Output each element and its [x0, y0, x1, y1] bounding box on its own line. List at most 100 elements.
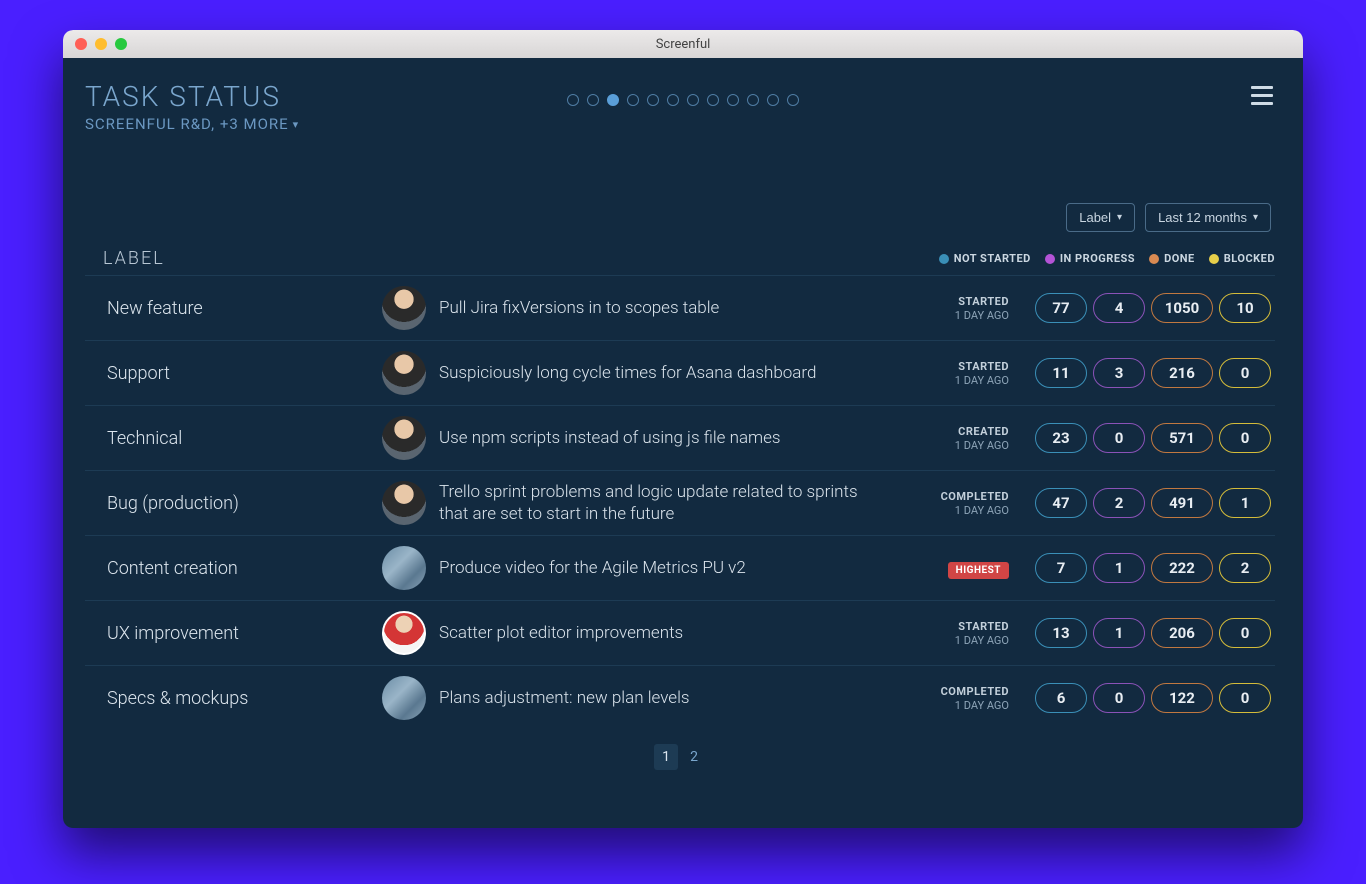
avatar[interactable]	[382, 676, 426, 720]
avatar[interactable]	[382, 286, 426, 330]
avatar[interactable]	[382, 546, 426, 590]
page-button[interactable]: 2	[682, 744, 706, 770]
count-in-progress[interactable]: 3	[1093, 358, 1145, 388]
count-in-progress[interactable]: 4	[1093, 293, 1145, 323]
task-row[interactable]: UX improvement Scatter plot editor improv…	[85, 600, 1275, 665]
count-badges: 1132160	[1021, 358, 1271, 388]
count-done[interactable]: 571	[1151, 423, 1213, 453]
count-in-progress[interactable]: 0	[1093, 423, 1145, 453]
count-done[interactable]: 122	[1151, 683, 1213, 713]
task-title: Scatter plot editor improvements	[439, 622, 889, 644]
dot-icon	[1149, 254, 1159, 264]
avatar[interactable]	[382, 351, 426, 395]
status-sub: 1 DAY AGO	[895, 634, 1009, 647]
count-blocked[interactable]: 0	[1219, 423, 1271, 453]
count-not-started[interactable]: 23	[1035, 423, 1087, 453]
count-not-started[interactable]: 77	[1035, 293, 1087, 323]
count-blocked[interactable]: 0	[1219, 683, 1271, 713]
task-row[interactable]: New featurePull Jira fixVersions in to s…	[85, 275, 1275, 340]
page-button[interactable]: 1	[654, 744, 678, 770]
pager-dot[interactable]	[607, 94, 619, 106]
pager-dot[interactable]	[727, 94, 739, 106]
menu-button[interactable]	[1249, 80, 1275, 111]
task-row[interactable]: Content creationProduce video for the Ag…	[85, 535, 1275, 600]
avatar[interactable]	[382, 416, 426, 460]
status-main: STARTED	[895, 360, 1009, 373]
count-done[interactable]: 206	[1151, 618, 1213, 648]
count-not-started[interactable]: 47	[1035, 488, 1087, 518]
page-title: TASK STATUS	[85, 80, 299, 113]
pagination: 12	[85, 744, 1275, 770]
count-in-progress[interactable]: 1	[1093, 553, 1145, 583]
task-title: Trello sprint problems and logic update …	[439, 481, 889, 525]
task-list: New featurePull Jira fixVersions in to s…	[85, 275, 1275, 730]
count-blocked[interactable]: 0	[1219, 618, 1271, 648]
avatar-cell	[375, 611, 433, 655]
avatar-cell	[375, 351, 433, 395]
avatar[interactable]	[382, 481, 426, 525]
count-done[interactable]: 491	[1151, 488, 1213, 518]
count-badges: 774105010	[1021, 293, 1271, 323]
count-not-started[interactable]: 11	[1035, 358, 1087, 388]
task-label: Support	[89, 363, 369, 384]
task-row[interactable]: Bug (production) Trello sprint problems a…	[85, 470, 1275, 535]
pager-dot[interactable]	[747, 94, 759, 106]
task-status: COMPLETED1 DAY AGO	[895, 490, 1015, 517]
legend-blocked: BLOCKED	[1209, 252, 1275, 265]
task-row[interactable]: SupportSuspiciously long cycle times for…	[85, 340, 1275, 405]
label-dropdown-text: Label	[1079, 210, 1111, 225]
count-done[interactable]: 222	[1151, 553, 1213, 583]
scope-filter[interactable]: SCREENFUL R&D, +3 MORE ▾	[85, 115, 299, 133]
count-in-progress[interactable]: 0	[1093, 683, 1145, 713]
dot-icon	[1045, 254, 1055, 264]
header-left: TASK STATUS SCREENFUL R&D, +3 MORE ▾	[85, 80, 299, 133]
status-main: STARTED	[895, 295, 1009, 308]
pager-dot[interactable]	[707, 94, 719, 106]
task-label: Technical	[89, 428, 369, 449]
count-not-started[interactable]: 6	[1035, 683, 1087, 713]
avatar-cell	[375, 546, 433, 590]
legend-done: DONE	[1149, 252, 1195, 265]
controls-row: Label ▾ Last 12 months ▾	[85, 203, 1275, 232]
status-main: COMPLETED	[895, 685, 1009, 698]
label-dropdown[interactable]: Label ▾	[1066, 203, 1135, 232]
task-label: Bug (production)	[89, 493, 369, 514]
dot-icon	[939, 254, 949, 264]
pager-dot[interactable]	[667, 94, 679, 106]
status-main: STARTED	[895, 620, 1009, 633]
count-blocked[interactable]: 0	[1219, 358, 1271, 388]
count-not-started[interactable]: 13	[1035, 618, 1087, 648]
task-title: Plans adjustment: new plan levels	[439, 687, 889, 709]
task-label: UX improvement	[89, 623, 369, 644]
column-header-label: LABEL	[103, 248, 939, 269]
pager-dot[interactable]	[567, 94, 579, 106]
count-done[interactable]: 1050	[1151, 293, 1213, 323]
avatar-cell	[375, 481, 433, 525]
task-status: HIGHEST	[895, 558, 1015, 579]
avatar[interactable]	[382, 611, 426, 655]
pager-dot[interactable]	[767, 94, 779, 106]
pager-dot[interactable]	[687, 94, 699, 106]
pager-dot[interactable]	[787, 94, 799, 106]
task-row[interactable]: Technical Use npm scripts instead of usin…	[85, 405, 1275, 470]
count-blocked[interactable]: 2	[1219, 553, 1271, 583]
task-row[interactable]: Specs & mockupsPlans adjustment: new pla…	[85, 665, 1275, 730]
count-in-progress[interactable]: 2	[1093, 488, 1145, 518]
pager-dot[interactable]	[587, 94, 599, 106]
task-title: Pull Jira fixVersions in to scopes table	[439, 297, 889, 319]
count-not-started[interactable]: 7	[1035, 553, 1087, 583]
pager-dot[interactable]	[647, 94, 659, 106]
avatar-cell	[375, 286, 433, 330]
timerange-dropdown[interactable]: Last 12 months ▾	[1145, 203, 1271, 232]
count-blocked[interactable]: 1	[1219, 488, 1271, 518]
count-done[interactable]: 216	[1151, 358, 1213, 388]
count-in-progress[interactable]: 1	[1093, 618, 1145, 648]
count-badges: 4724911	[1021, 488, 1271, 518]
task-title: Use npm scripts instead of using js file…	[439, 427, 889, 449]
window-title: Screenful	[63, 37, 1303, 52]
task-status: STARTED1 DAY AGO	[895, 295, 1015, 322]
count-badges: 601220	[1021, 683, 1271, 713]
priority-badge: HIGHEST	[948, 562, 1009, 579]
count-blocked[interactable]: 10	[1219, 293, 1271, 323]
pager-dot[interactable]	[627, 94, 639, 106]
